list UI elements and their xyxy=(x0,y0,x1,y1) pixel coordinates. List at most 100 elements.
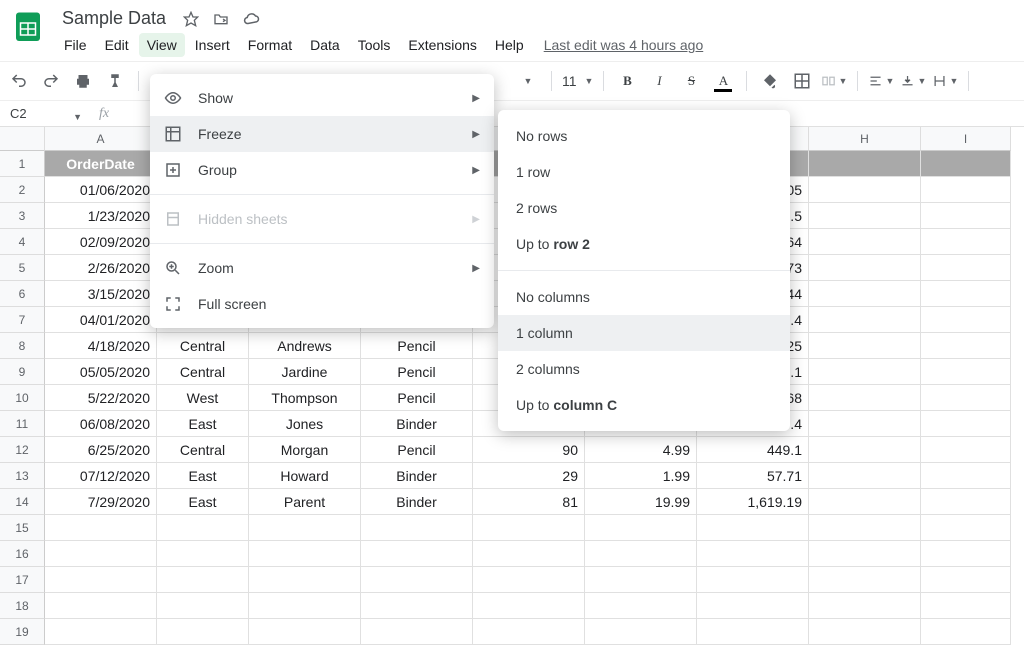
cell[interactable]: 449.1 xyxy=(697,437,809,463)
cell[interactable] xyxy=(809,593,921,619)
cell[interactable]: 1.99 xyxy=(585,463,697,489)
cell[interactable] xyxy=(157,619,249,645)
cell[interactable] xyxy=(921,177,1011,203)
cell[interactable]: Morgan xyxy=(249,437,361,463)
cell[interactable] xyxy=(585,567,697,593)
freeze-1-row[interactable]: 1 row xyxy=(498,154,790,190)
cell[interactable] xyxy=(921,567,1011,593)
cell[interactable] xyxy=(921,619,1011,645)
cell[interactable]: 07/12/2020 xyxy=(45,463,157,489)
cell[interactable] xyxy=(809,151,921,177)
cloud-status-icon[interactable] xyxy=(242,10,260,28)
sheets-logo[interactable] xyxy=(8,6,48,46)
menu-view[interactable]: View xyxy=(139,33,185,57)
cell[interactable]: East xyxy=(157,463,249,489)
cell[interactable] xyxy=(45,593,157,619)
table-row[interactable]: 19 xyxy=(0,619,1024,645)
table-row[interactable]: 16 xyxy=(0,541,1024,567)
cell[interactable]: 4.99 xyxy=(585,437,697,463)
row-header[interactable]: 19 xyxy=(0,619,45,645)
cell[interactable] xyxy=(921,515,1011,541)
cell[interactable]: 7/29/2020 xyxy=(45,489,157,515)
menu-data[interactable]: Data xyxy=(302,33,348,57)
col-header[interactable]: A xyxy=(45,127,157,151)
cell[interactable] xyxy=(585,541,697,567)
cell[interactable]: Thompson xyxy=(249,385,361,411)
menu-tools[interactable]: Tools xyxy=(350,33,399,57)
cell[interactable] xyxy=(809,203,921,229)
cell[interactable] xyxy=(361,619,473,645)
row-header[interactable]: 6 xyxy=(0,281,45,307)
borders-button[interactable] xyxy=(789,68,815,94)
menu-zoom[interactable]: Zoom ▶ xyxy=(150,250,494,286)
cell[interactable]: 5/22/2020 xyxy=(45,385,157,411)
cell[interactable]: East xyxy=(157,411,249,437)
cell[interactable] xyxy=(45,619,157,645)
undo-button[interactable] xyxy=(6,68,32,94)
cell[interactable] xyxy=(697,619,809,645)
cell[interactable]: 06/08/2020 xyxy=(45,411,157,437)
cell[interactable] xyxy=(809,515,921,541)
cell[interactable]: Central xyxy=(157,437,249,463)
cell[interactable]: Jones xyxy=(249,411,361,437)
menu-group[interactable]: Group ▶ xyxy=(150,152,494,188)
row-header[interactable]: 10 xyxy=(0,385,45,411)
cell[interactable] xyxy=(921,593,1011,619)
text-wrap-button[interactable]: ▼ xyxy=(932,68,958,94)
paint-format-button[interactable] xyxy=(102,68,128,94)
cell[interactable] xyxy=(809,177,921,203)
row-header[interactable]: 14 xyxy=(0,489,45,515)
cell[interactable] xyxy=(921,385,1011,411)
table-row[interactable]: 15 xyxy=(0,515,1024,541)
cell[interactable] xyxy=(809,541,921,567)
row-header[interactable]: 11 xyxy=(0,411,45,437)
row-header[interactable]: 13 xyxy=(0,463,45,489)
row-header[interactable]: 9 xyxy=(0,359,45,385)
cell[interactable] xyxy=(921,203,1011,229)
cell[interactable]: Binder xyxy=(361,489,473,515)
freeze-no-cols[interactable]: No columns xyxy=(498,279,790,315)
name-box[interactable]: C2 ▼ xyxy=(0,106,90,121)
menu-extensions[interactable]: Extensions xyxy=(400,33,484,57)
cell[interactable]: 19.99 xyxy=(585,489,697,515)
row-header[interactable]: 1 xyxy=(0,151,45,177)
cell[interactable]: Andrews xyxy=(249,333,361,359)
cell[interactable]: OrderDate xyxy=(45,151,157,177)
freeze-upto-row[interactable]: Up to row 2 xyxy=(498,226,790,262)
fill-color-button[interactable] xyxy=(757,68,783,94)
cell[interactable] xyxy=(921,541,1011,567)
cell[interactable]: Jardine xyxy=(249,359,361,385)
menu-show[interactable]: Show ▶ xyxy=(150,80,494,116)
cell[interactable] xyxy=(809,229,921,255)
cell[interactable] xyxy=(473,593,585,619)
cell[interactable] xyxy=(585,619,697,645)
cell[interactable]: 01/06/2020 xyxy=(45,177,157,203)
cell[interactable] xyxy=(921,489,1011,515)
cell[interactable]: 57.71 xyxy=(697,463,809,489)
cell[interactable]: West xyxy=(157,385,249,411)
cell[interactable] xyxy=(921,255,1011,281)
cell[interactable] xyxy=(249,515,361,541)
cell[interactable] xyxy=(585,515,697,541)
row-header[interactable]: 16 xyxy=(0,541,45,567)
cell[interactable]: 02/09/2020 xyxy=(45,229,157,255)
col-header[interactable]: H xyxy=(809,127,921,151)
cell[interactable] xyxy=(921,229,1011,255)
cell[interactable] xyxy=(45,515,157,541)
font-dropdown[interactable]: ▼ xyxy=(515,68,541,94)
last-edit-link[interactable]: Last edit was 4 hours ago xyxy=(544,37,704,53)
cell[interactable] xyxy=(249,567,361,593)
cell[interactable]: Binder xyxy=(361,411,473,437)
cell[interactable] xyxy=(809,437,921,463)
table-row[interactable]: 18 xyxy=(0,593,1024,619)
cell[interactable] xyxy=(809,359,921,385)
cell[interactable] xyxy=(157,593,249,619)
cell[interactable] xyxy=(809,619,921,645)
freeze-1-col[interactable]: 1 column xyxy=(498,315,790,351)
cell[interactable] xyxy=(249,593,361,619)
row-header[interactable]: 15 xyxy=(0,515,45,541)
cell[interactable]: Pencil xyxy=(361,333,473,359)
freeze-2-cols[interactable]: 2 columns xyxy=(498,351,790,387)
cell[interactable]: East xyxy=(157,489,249,515)
table-row[interactable]: 147/29/2020EastParentBinder8119.991,619.… xyxy=(0,489,1024,515)
